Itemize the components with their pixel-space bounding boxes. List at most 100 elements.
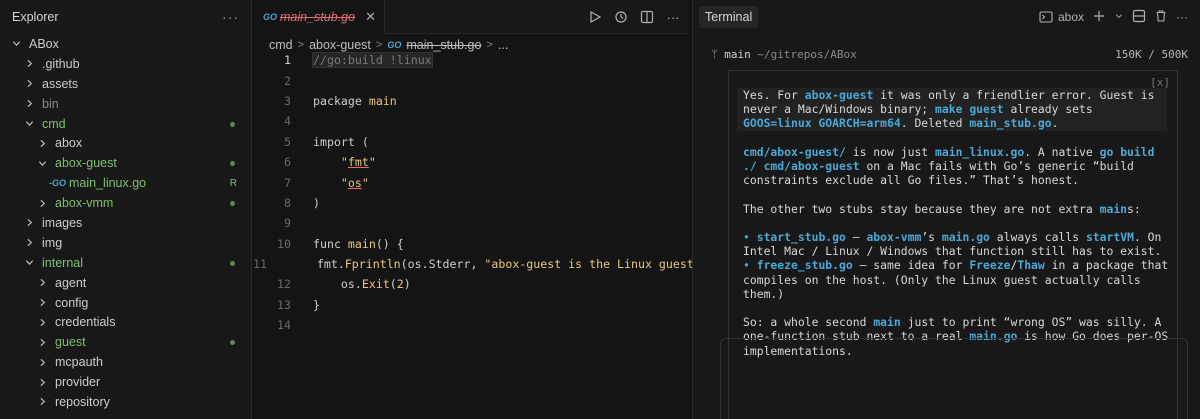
code-text: "abox-guest is the Linux guest — [484, 257, 694, 272]
tree-item[interactable]: credentials — [0, 312, 251, 332]
token-usage: 150K / 500K — [1115, 48, 1188, 61]
prompt-branch: main — [724, 48, 751, 61]
more-actions-icon[interactable]: ··· — [1176, 10, 1188, 24]
chevron-down-icon — [23, 119, 35, 128]
tree-item[interactable]: .github — [0, 54, 251, 74]
code-line[interactable]: 7 "os" — [253, 172, 688, 192]
tree-item[interactable]: abox-guest — [0, 153, 251, 173]
code-text: package — [313, 93, 369, 108]
code-line[interactable]: 12 os.Exit(2) — [253, 274, 688, 294]
terminal-actions: abox ··· — [1039, 0, 1188, 34]
tree-item-label: abox — [55, 136, 83, 151]
code-line[interactable]: 1 //go:build !linux — [253, 50, 688, 70]
tree-item-label: internal — [42, 255, 83, 270]
tree-item-label: mcpauth — [55, 355, 103, 370]
tree-item-label: credentials — [55, 315, 116, 330]
code-line[interactable]: 8) — [253, 193, 688, 213]
modified-dot-icon — [230, 260, 235, 266]
split-editor-icon[interactable] — [638, 8, 656, 26]
code-text: main — [347, 236, 376, 251]
tree-item[interactable]: abox-vmm — [0, 193, 251, 213]
chat-input-box[interactable] — [720, 338, 1188, 419]
code-text: import ( — [313, 134, 369, 149]
tree-item[interactable]: config — [0, 293, 251, 313]
code-line[interactable]: 4 — [253, 111, 688, 131]
modified-dot-icon — [230, 340, 235, 346]
line-number: 10 — [277, 236, 291, 251]
message-bullet: • freeze_stub.go — same idea for Freeze/… — [743, 258, 1169, 301]
chevron-down-icon — [23, 258, 35, 267]
split-terminal-icon[interactable] — [1132, 9, 1146, 26]
assistant-message: Yes. For abox-guest it was only a friend… — [737, 88, 1175, 372]
explorer-title: Explorer — [12, 10, 59, 24]
line-number: 1 — [284, 53, 291, 68]
message-paragraph: The other two stubs stay because they ar… — [743, 201, 1141, 216]
more-actions-icon[interactable]: ··· — [664, 8, 682, 26]
tree-item[interactable]: bin — [0, 94, 251, 114]
explorer-more-icon[interactable]: ··· — [222, 9, 239, 25]
code-editor[interactable]: 1 //go:build !linux 2 3 package main 4 5 im… — [253, 50, 694, 335]
terminal-profile-label: abox — [1057, 10, 1084, 24]
tree-item[interactable]: ABox — [0, 34, 251, 54]
chevron-right-icon — [23, 238, 35, 247]
code-line[interactable]: 3 package main — [253, 91, 688, 111]
tree-item-label: ABox — [29, 36, 59, 51]
chevron-right-icon — [36, 318, 48, 327]
prompt-path: ~/gitrepos/ABox — [757, 48, 857, 61]
code-text: ) — [313, 195, 320, 210]
tree-item[interactable]: internal — [0, 253, 251, 273]
chevron-right-icon — [36, 139, 48, 148]
tab-terminal[interactable]: Terminal — [699, 6, 759, 28]
tree-item-label: config — [55, 295, 89, 310]
tree-item[interactable]: abox — [0, 133, 251, 153]
code-text: 2 — [396, 277, 404, 292]
code-line[interactable]: 2 — [253, 70, 688, 90]
code-line[interactable]: 11 fmt.Fprintln(os.Stderr, "abox-guest i… — [253, 254, 694, 274]
tree-item[interactable]: assets — [0, 74, 251, 94]
tree-item[interactable]: img — [0, 233, 251, 253]
tree-item[interactable]: repository — [0, 392, 251, 412]
line-number: 7 — [284, 175, 291, 190]
line-number: 13 — [277, 297, 291, 312]
go-file-icon: GO — [387, 40, 402, 50]
terminal-profile-button[interactable]: abox — [1039, 10, 1084, 24]
code-line[interactable]: 9 — [253, 213, 688, 233]
tab-main-stub[interactable]: GO main_stub.go ✕ — [253, 0, 385, 34]
code-text: Fprintln — [344, 257, 401, 272]
code-line[interactable]: 13} — [253, 295, 688, 315]
tree-item[interactable]: -GO main_linux.go R — [0, 173, 251, 193]
close-icon[interactable]: ✕ — [365, 9, 376, 25]
shell-prompt: ᛘ main ~/gitrepos/ABox 150K / 500K — [711, 48, 1188, 61]
tree-item-label: bin — [42, 96, 59, 111]
chevron-right-icon — [36, 397, 48, 406]
tree-item[interactable]: provider — [0, 372, 251, 392]
go-file-icon: -GO — [49, 178, 66, 189]
tree-item-label: images — [42, 215, 83, 230]
code-text: fmt — [347, 155, 369, 170]
message-paragraph: cmd/abox-guest/ is now just main_linux.g… — [743, 144, 1155, 188]
tree-item-label: main_linux.go — [69, 176, 147, 191]
code-line[interactable]: 10 func main() { — [253, 234, 688, 254]
tree-item[interactable]: images — [0, 213, 251, 233]
trash-icon[interactable] — [1154, 9, 1168, 26]
code-line[interactable]: 6 "fmt" — [253, 152, 688, 172]
history-icon[interactable] — [612, 8, 630, 26]
editor-actions: ··· — [586, 0, 682, 34]
run-icon[interactable] — [586, 8, 604, 26]
code-line[interactable]: 14 — [253, 315, 688, 335]
chevron-right-icon — [23, 99, 35, 108]
code-text: ( — [389, 277, 397, 292]
code-text: os. — [313, 277, 362, 292]
tree-item[interactable]: guest — [0, 332, 251, 352]
chevron-down-icon[interactable] — [1114, 10, 1124, 24]
code-line[interactable]: 5 import ( — [253, 132, 688, 152]
tree-item-label: img — [42, 235, 63, 250]
code-text: fmt. — [288, 257, 345, 272]
plus-icon[interactable] — [1092, 9, 1106, 26]
code-text: " — [368, 155, 376, 170]
tree-item[interactable]: agent — [0, 273, 251, 293]
tree-item-label: provider — [55, 375, 101, 390]
tree-item[interactable]: cmd — [0, 114, 251, 134]
tree-item[interactable]: mcpauth — [0, 352, 251, 372]
git-status-badge: R — [229, 177, 237, 189]
